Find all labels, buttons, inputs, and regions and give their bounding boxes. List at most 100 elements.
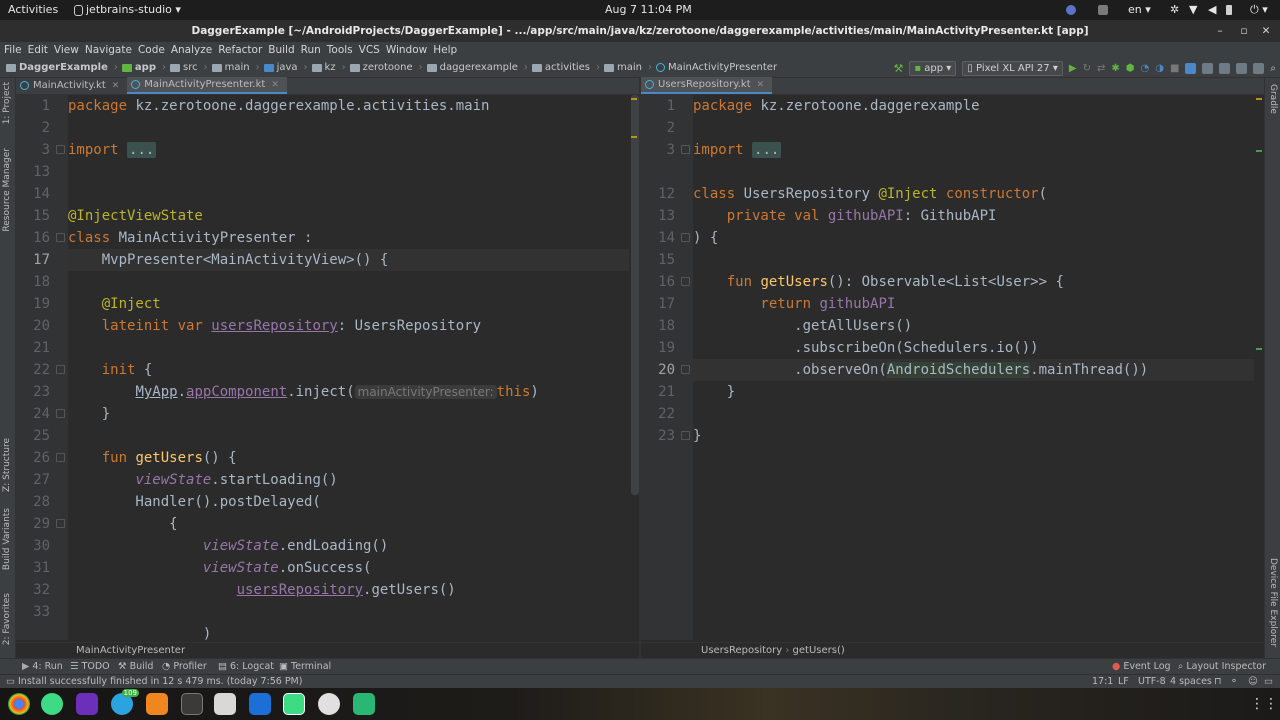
breadcrumb-main[interactable]: main xyxy=(211,62,250,73)
fold-marker[interactable] xyxy=(681,431,690,440)
project-tool-button[interactable]: 1: Project xyxy=(2,82,12,124)
warning-marker[interactable] xyxy=(631,136,637,138)
layout-inspector-tool-button[interactable]: ⌕ Layout Inspector xyxy=(1178,661,1266,672)
breadcrumb-kz[interactable]: kz xyxy=(311,62,336,73)
favorites-tool-button[interactable]: 2: Favorites xyxy=(2,593,12,645)
clock[interactable]: Aug 7 11:04 PM xyxy=(605,3,692,16)
change-marker[interactable] xyxy=(1256,348,1262,350)
avd-manager-icon[interactable] xyxy=(1202,62,1214,74)
files-icon[interactable] xyxy=(214,693,236,715)
device-file-explorer-tool-button[interactable]: Device File Explorer xyxy=(1268,558,1278,647)
gradle-tool-button[interactable]: Gradle xyxy=(1268,84,1278,114)
menu-help[interactable]: Help xyxy=(433,44,457,56)
caret-position[interactable]: 17:1 xyxy=(1092,676,1113,687)
resource-manager-tool-button[interactable]: Resource Manager xyxy=(2,148,12,232)
stop-icon[interactable]: ■ xyxy=(1170,63,1179,74)
build-variants-tool-button[interactable]: Build Variants xyxy=(2,508,12,570)
fold-marker[interactable] xyxy=(56,145,65,154)
device-select[interactable]: ▯ Pixel XL API 27 ▾ xyxy=(962,60,1063,76)
terminal-tool-button[interactable]: ▣ Terminal xyxy=(279,661,331,672)
close-icon[interactable]: ✕ xyxy=(757,77,765,93)
run-tool-button[interactable]: ▶ 4: Run xyxy=(22,661,63,672)
fold-marker[interactable] xyxy=(681,233,690,242)
device-explorer-icon[interactable] xyxy=(1253,62,1265,74)
android-studio-running-icon[interactable] xyxy=(283,693,305,715)
coverage-icon[interactable]: ◑ xyxy=(1155,63,1164,74)
maximize-icon[interactable]: ▫ xyxy=(1234,20,1254,42)
hammer-icon[interactable]: ⚒ xyxy=(893,62,903,75)
menu-file[interactable]: File xyxy=(4,44,22,56)
sync-gradle-icon[interactable] xyxy=(1185,62,1197,74)
breadcrumb-daggerexample[interactable]: daggerexample xyxy=(426,62,518,73)
wifi-icon[interactable]: ▼ xyxy=(1189,3,1197,16)
apply-code-changes-icon[interactable]: ⇄ xyxy=(1097,63,1105,74)
apply-changes-icon[interactable]: ↻ xyxy=(1083,63,1091,74)
software-updater-icon[interactable] xyxy=(318,693,340,715)
show-applications-icon[interactable]: ⋮⋮ xyxy=(1250,693,1278,715)
status-layout-icon[interactable]: ▭ xyxy=(6,676,15,687)
app-menu[interactable]: jetbrains-studio ▾ xyxy=(74,3,181,16)
fold-marker[interactable] xyxy=(681,365,690,374)
search-icon[interactable]: ⌕ xyxy=(1270,63,1276,74)
layout-inspector-icon[interactable] xyxy=(1236,62,1248,74)
menu-edit[interactable]: Edit xyxy=(28,44,48,56)
menu-refactor[interactable]: Refactor xyxy=(218,44,262,56)
code-area-left[interactable]: package kz.zerotoone.daggerexample.activ… xyxy=(68,95,629,640)
fold-marker[interactable] xyxy=(56,365,65,374)
fold-marker[interactable] xyxy=(56,409,65,418)
fold-marker[interactable] xyxy=(56,453,65,462)
app-icon[interactable] xyxy=(353,693,375,715)
breadcrumb-java[interactable]: java xyxy=(263,62,298,73)
indent-setting[interactable]: 4 spaces xyxy=(1170,676,1212,687)
change-marker[interactable] xyxy=(1256,150,1262,152)
menu-view[interactable]: View xyxy=(54,44,79,56)
close-icon[interactable]: ✕ xyxy=(1256,20,1276,42)
folded-imports[interactable]: ... xyxy=(127,142,157,158)
text-editor-icon[interactable] xyxy=(249,693,271,715)
battery-icon[interactable] xyxy=(1226,3,1232,16)
android-studio-icon[interactable] xyxy=(41,693,63,715)
status-message[interactable]: Install successfully finished in 12 s 47… xyxy=(18,676,302,687)
fold-marker[interactable] xyxy=(56,233,65,242)
menu-code[interactable]: Code xyxy=(138,44,165,56)
rider-icon[interactable] xyxy=(76,693,98,715)
chrome-icon[interactable] xyxy=(8,693,30,715)
structure-tool-button[interactable]: Z: Structure xyxy=(2,438,12,492)
menu-build[interactable]: Build xyxy=(268,44,294,56)
close-icon[interactable]: ✕ xyxy=(112,78,120,94)
breadcrumb-project[interactable]: DaggerExample xyxy=(6,62,108,73)
breadcrumb-app[interactable]: app xyxy=(121,62,156,73)
fold-marker[interactable] xyxy=(681,277,690,286)
power-menu[interactable]: ⏻ ▾ xyxy=(1250,3,1268,17)
breadcrumb-class[interactable]: MainActivityPresenter xyxy=(76,645,185,656)
debug-icon[interactable]: ✱ xyxy=(1111,63,1119,74)
file-encoding[interactable]: UTF-8 xyxy=(1138,676,1166,687)
fold-marker[interactable] xyxy=(681,145,690,154)
minimize-icon[interactable]: – xyxy=(1210,20,1230,42)
event-icon[interactable]: ▭ xyxy=(1264,676,1273,687)
run-icon[interactable]: ▶ xyxy=(1069,63,1077,74)
folded-imports[interactable]: ... xyxy=(752,142,782,158)
tab-mainactivity[interactable]: MainActivity.kt ✕ xyxy=(16,77,127,94)
menu-run[interactable]: Run xyxy=(301,44,321,56)
breadcrumb-file[interactable]: MainActivityPresenter xyxy=(656,62,777,73)
git-icon[interactable]: ⚬ xyxy=(1230,676,1238,687)
attach-debugger-icon[interactable]: ⬢ xyxy=(1126,63,1135,74)
breadcrumb-function[interactable]: getUsers() xyxy=(793,645,845,656)
tab-usersrepository[interactable]: UsersRepository.kt ✕ xyxy=(641,77,773,94)
breadcrumb-activities[interactable]: activities xyxy=(531,62,590,73)
warning-marker[interactable] xyxy=(1256,98,1262,100)
tab-mainactivitypresenter[interactable]: MainActivityPresenter.kt ✕ xyxy=(127,77,287,94)
volume-icon[interactable]: ◀ xyxy=(1208,3,1216,16)
menu-vcs[interactable]: VCS xyxy=(359,44,380,56)
scrollbar-left[interactable] xyxy=(631,95,639,495)
warning-marker[interactable] xyxy=(631,98,637,100)
run-configuration-select[interactable]: ▪ app ▾ xyxy=(909,60,957,76)
line-separator[interactable]: LF xyxy=(1118,676,1129,687)
menu-analyze[interactable]: Analyze xyxy=(171,44,212,56)
breadcrumb-src[interactable]: src xyxy=(169,62,198,73)
sdk-manager-icon[interactable] xyxy=(1219,62,1231,74)
profile-icon[interactable]: ◔ xyxy=(1140,63,1149,74)
code-area-right[interactable]: package kz.zerotoone.daggerexample impor… xyxy=(693,95,1254,640)
activities-button[interactable]: Activities xyxy=(8,3,58,16)
